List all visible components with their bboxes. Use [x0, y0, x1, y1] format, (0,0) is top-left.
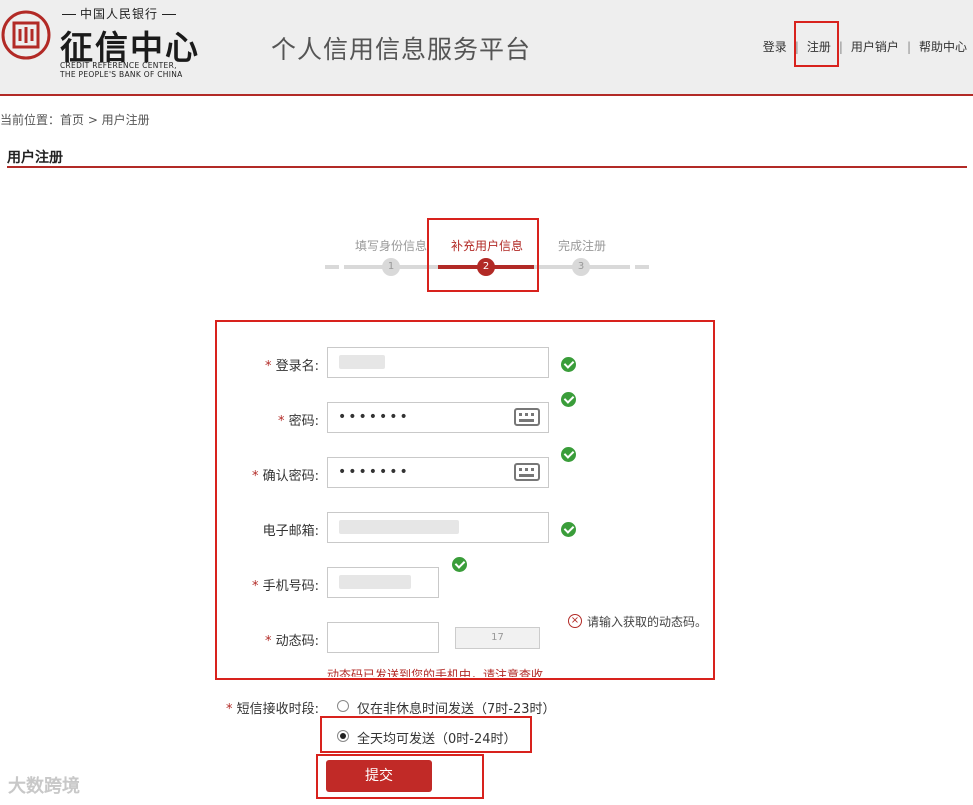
login-name-label: * 登录名:: [264, 359, 319, 374]
nav-register-link[interactable]: 注册: [807, 40, 831, 54]
step-track-segment: [635, 265, 649, 269]
redacted-value: [339, 355, 385, 369]
annotation-box-step: [427, 218, 539, 292]
check-icon: [561, 392, 576, 407]
step-1-label: 填写身份信息: [355, 239, 428, 253]
logo-top-text: 中国人民银行: [58, 5, 180, 22]
keyboard-icon[interactable]: [514, 463, 540, 481]
nav-separator: |: [838, 40, 843, 54]
code-error-text: 请输入获取的动态码。: [587, 615, 708, 629]
sms-option-1-radio[interactable]: [337, 700, 349, 712]
sms-option-2-radio[interactable]: [337, 730, 349, 742]
code-sent-hint: 动态码已发送到您的手机中，请注意查收: [327, 668, 544, 677]
site-header: 中国人民银行 征信中心 CREDIT REFERENCE CENTER, THE…: [0, 0, 973, 96]
password-label: * 密码:: [277, 414, 319, 429]
step-1-circle: 1: [382, 258, 400, 276]
nav-cancel-account-link[interactable]: 用户销户: [851, 40, 899, 54]
platform-title: 个人信用信息服务平台: [271, 35, 532, 64]
code-input[interactable]: [327, 622, 439, 653]
nav-help-link[interactable]: 帮助中心: [919, 40, 967, 54]
sms-option-2-label[interactable]: 全天均可发送（0时-24时）: [357, 728, 517, 747]
page-title: 用户注册: [7, 150, 63, 166]
watermark: 大数跨境: [8, 776, 80, 797]
sms-option-1-label[interactable]: 仅在非休息时间发送（7时-23时）: [357, 698, 556, 717]
redacted-value: [339, 520, 459, 534]
check-icon: [561, 357, 576, 372]
sms-time-label: * 短信接收时段:: [225, 702, 319, 717]
check-icon: [452, 557, 467, 572]
redacted-value: [339, 575, 411, 589]
phone-label: * 手机号码:: [251, 579, 319, 594]
get-code-button[interactable]: 17: [455, 627, 540, 649]
logo-english-line-2: THE PEOPLE'S BANK OF CHINA: [60, 70, 183, 79]
logo[interactable]: 中国人民银行 征信中心 CREDIT REFERENCE CENTER, THE…: [0, 5, 210, 85]
check-icon: [561, 522, 576, 537]
error-icon: ×: [568, 614, 582, 628]
credit-center-seal-icon: [1, 10, 51, 60]
check-icon: [561, 447, 576, 462]
nav-login-link[interactable]: 登录: [763, 40, 787, 54]
confirm-password-label: * 确认密码:: [251, 469, 319, 484]
title-divider: [7, 166, 967, 168]
step-3-label: 完成注册: [558, 239, 607, 253]
top-nav: 登录 | 注册 | 用户销户 | 帮助中心: [763, 38, 967, 55]
step-2-label: 补充用户信息: [451, 239, 524, 253]
step-track-segment: [325, 265, 339, 269]
submit-button[interactable]: 提交: [326, 760, 432, 792]
logo-english-line-1: CREDIT REFERENCE CENTER,: [60, 61, 177, 70]
breadcrumb: 当前位置：首页 > 用户注册: [0, 113, 150, 127]
code-label: * 动态码:: [264, 634, 319, 649]
nav-separator: |: [906, 40, 911, 54]
email-label: 电子邮箱:: [262, 524, 319, 539]
keyboard-icon[interactable]: [514, 408, 540, 426]
step-2-circle: 2: [477, 258, 495, 276]
step-3-circle: 3: [572, 258, 590, 276]
nav-separator: |: [794, 40, 799, 54]
